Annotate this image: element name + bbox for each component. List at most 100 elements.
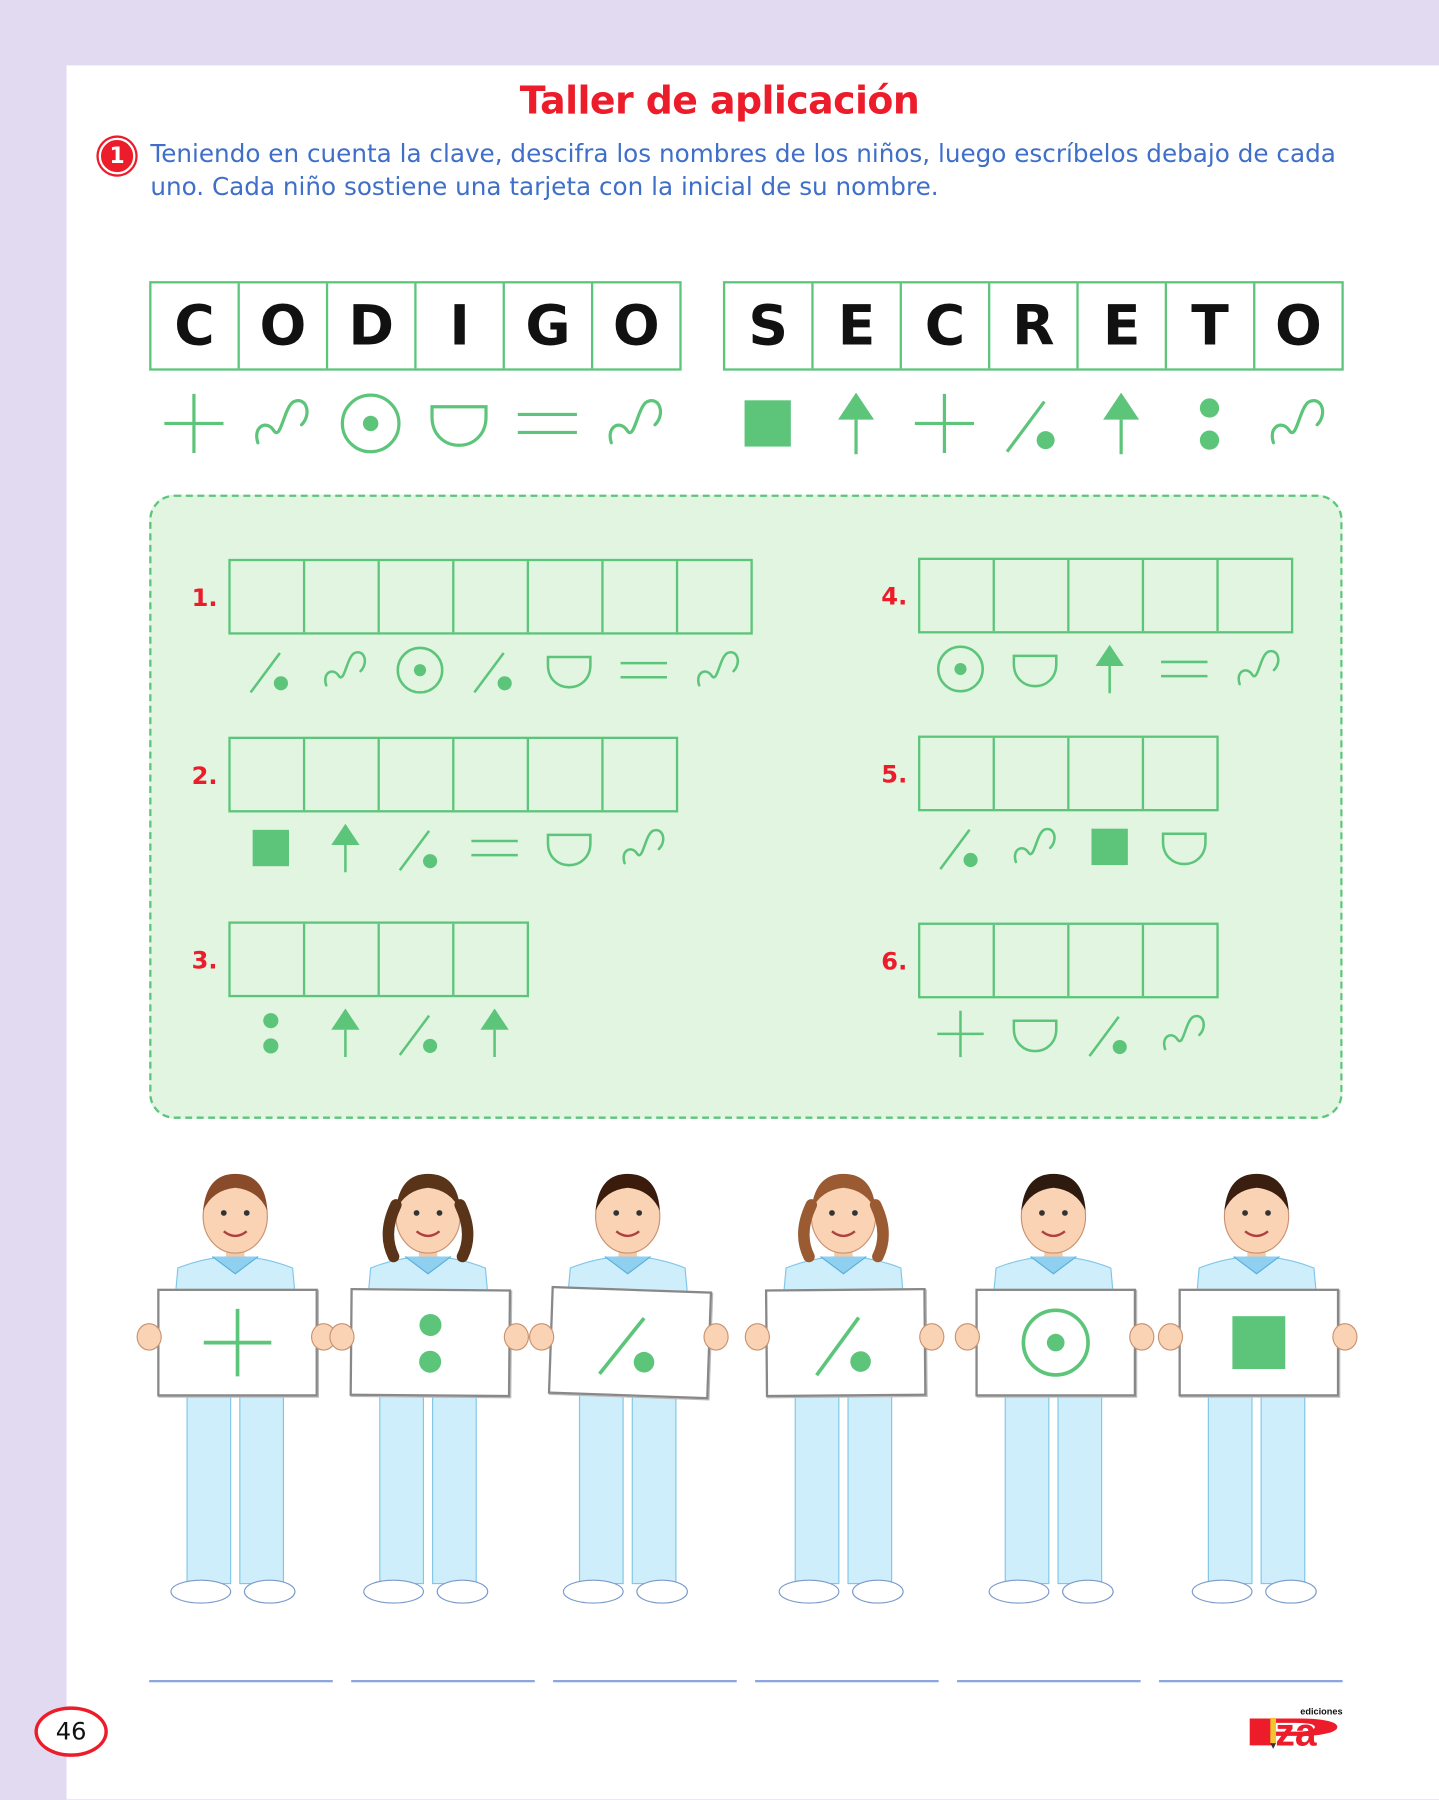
arrow-up-symbol-icon bbox=[811, 388, 899, 459]
answer-letter-box[interactable] bbox=[678, 561, 750, 632]
arrow-up-symbol-icon bbox=[1072, 640, 1147, 697]
initial-card bbox=[1178, 1288, 1340, 1397]
page-title: Taller de aplicación bbox=[519, 78, 920, 123]
arrow-up-symbol-icon bbox=[457, 1004, 532, 1061]
hand bbox=[703, 1323, 729, 1351]
answer-letter-box[interactable] bbox=[1069, 924, 1145, 997]
code-letter-cell: C bbox=[902, 283, 991, 369]
hand bbox=[529, 1323, 555, 1351]
circled-dot-symbol-icon bbox=[326, 388, 414, 459]
code-letter-cell: S bbox=[725, 283, 814, 369]
answer-letter-box[interactable] bbox=[305, 923, 380, 995]
s-curve-symbol-icon bbox=[997, 818, 1072, 875]
answer-letter-box[interactable] bbox=[1144, 738, 1216, 809]
answer-letter-box[interactable] bbox=[305, 561, 380, 633]
slash-dot-symbol-icon bbox=[588, 1301, 671, 1384]
answer-letter-box[interactable] bbox=[380, 561, 455, 633]
code-letter-cell: I bbox=[417, 283, 505, 369]
arrow-up-symbol-icon bbox=[308, 819, 383, 876]
code-symbols-secreto bbox=[723, 388, 1342, 459]
answer-letter-box[interactable] bbox=[1144, 925, 1216, 996]
hand bbox=[329, 1323, 355, 1351]
answer-letter-box[interactable] bbox=[995, 924, 1070, 997]
answer-letter-box[interactable] bbox=[1069, 559, 1145, 632]
s-curve-symbol-icon bbox=[680, 641, 755, 698]
hand bbox=[919, 1323, 945, 1351]
answer-letter-box[interactable] bbox=[380, 923, 455, 995]
double-line-symbol-icon bbox=[503, 388, 591, 459]
answer-letter-box[interactable] bbox=[231, 923, 306, 995]
exercise-number: 3. bbox=[191, 946, 218, 975]
code-letter-cell: D bbox=[328, 283, 417, 369]
child-figure-3 bbox=[529, 1153, 729, 1623]
exercise-5-symbols bbox=[923, 818, 1221, 875]
s-curve-symbol-icon bbox=[308, 641, 383, 698]
code-word-secreto: SECRETO bbox=[722, 281, 1344, 371]
hand bbox=[1157, 1323, 1184, 1351]
slash-dot-symbol-icon bbox=[923, 818, 998, 875]
answer-letter-box[interactable] bbox=[920, 559, 995, 632]
answer-letter-box[interactable] bbox=[529, 739, 604, 811]
answer-letter-box[interactable] bbox=[995, 737, 1070, 810]
exercise-number: 1. bbox=[191, 584, 218, 612]
name-write-line-2[interactable] bbox=[351, 1679, 535, 1683]
arrow-up-symbol-icon bbox=[1076, 388, 1164, 459]
s-curve-symbol-icon bbox=[1146, 1005, 1221, 1062]
colon-symbol-icon bbox=[233, 1004, 308, 1061]
slash-dot-symbol-icon bbox=[233, 641, 308, 698]
initial-card bbox=[975, 1288, 1137, 1397]
exercise-2-answer-boxes bbox=[228, 736, 679, 813]
name-write-line-4[interactable] bbox=[755, 1679, 939, 1683]
code-letter-cell: C bbox=[151, 283, 240, 369]
code-letter-cell: O bbox=[612, 293, 660, 359]
slash-dot-symbol-icon bbox=[805, 1302, 886, 1383]
exercise-3-symbols bbox=[233, 1004, 531, 1061]
name-write-line-3[interactable] bbox=[553, 1679, 737, 1683]
answer-letter-box[interactable] bbox=[1219, 560, 1291, 631]
page-number: 46 bbox=[34, 1706, 108, 1757]
answer-letter-box[interactable] bbox=[231, 561, 306, 633]
slash-dot-symbol-icon bbox=[988, 388, 1076, 459]
exercise-6-symbols bbox=[923, 1005, 1221, 1062]
hand bbox=[744, 1323, 770, 1351]
initial-card bbox=[349, 1287, 512, 1398]
exercise-3-answer-boxes bbox=[228, 921, 530, 998]
exercise-1-answer-boxes bbox=[228, 558, 753, 635]
child-figure-5 bbox=[954, 1153, 1155, 1623]
exercise-1-symbols bbox=[233, 641, 755, 698]
hand bbox=[136, 1323, 162, 1351]
exercise-number: 4. bbox=[881, 582, 908, 611]
answer-letter-box[interactable] bbox=[454, 561, 530, 633]
initial-card bbox=[157, 1288, 318, 1397]
answer-letter-box[interactable] bbox=[1069, 737, 1145, 810]
plus-symbol-icon bbox=[900, 388, 988, 459]
answer-letter-box[interactable] bbox=[604, 561, 679, 633]
initial-card bbox=[547, 1285, 713, 1400]
slash-dot-symbol-icon bbox=[382, 1004, 457, 1061]
answer-letter-box[interactable] bbox=[920, 737, 995, 810]
answer-letter-box[interactable] bbox=[995, 559, 1070, 632]
hand bbox=[1332, 1323, 1358, 1351]
s-curve-symbol-icon bbox=[591, 388, 679, 459]
square-symbol-icon bbox=[1072, 818, 1147, 875]
answer-letter-box[interactable] bbox=[920, 924, 995, 997]
double-line-symbol-icon bbox=[606, 641, 681, 698]
publisher-logo: ediciones P za bbox=[1239, 1704, 1345, 1754]
bowl-symbol-icon bbox=[997, 640, 1072, 697]
answer-letter-box[interactable] bbox=[305, 739, 380, 811]
name-write-line-6[interactable] bbox=[1159, 1679, 1343, 1683]
answer-letter-box[interactable] bbox=[454, 924, 526, 995]
name-write-line-1[interactable] bbox=[149, 1679, 333, 1683]
answer-letter-box[interactable] bbox=[380, 739, 455, 811]
answer-letter-box[interactable] bbox=[454, 739, 530, 811]
hand bbox=[503, 1323, 530, 1351]
answer-letter-box[interactable] bbox=[604, 739, 676, 810]
answer-letter-box[interactable] bbox=[529, 561, 604, 633]
code-letter-cell: G bbox=[505, 283, 594, 369]
colon-symbol-icon bbox=[390, 1302, 471, 1383]
exercise-4-answer-boxes bbox=[918, 557, 1294, 634]
name-write-line-5[interactable] bbox=[957, 1679, 1141, 1683]
exercise-6-answer-boxes bbox=[918, 922, 1219, 999]
answer-letter-box[interactable] bbox=[231, 739, 306, 811]
answer-letter-box[interactable] bbox=[1144, 559, 1219, 632]
